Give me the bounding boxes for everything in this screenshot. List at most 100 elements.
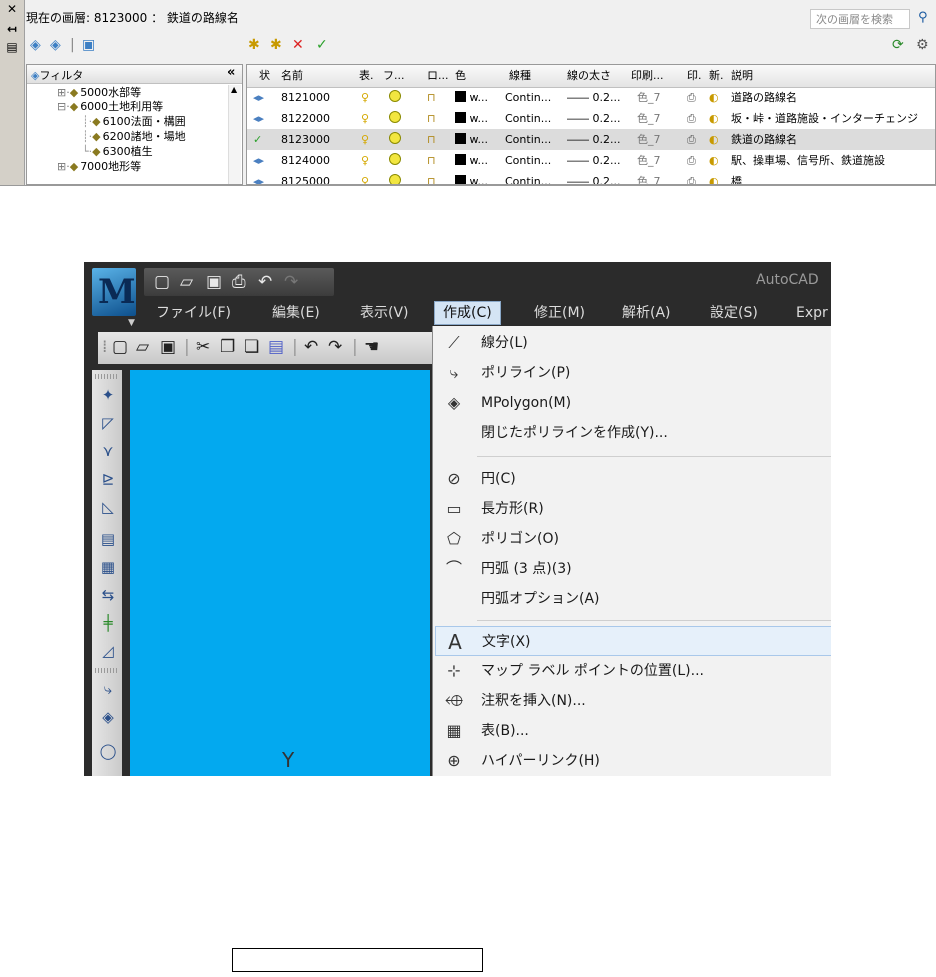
menu-settings[interactable]: 設定(S)	[710, 303, 758, 323]
col-freeze[interactable]: フ...	[383, 65, 405, 87]
drawing-canvas[interactable]	[130, 370, 430, 776]
properties-icon[interactable]: ▤	[4, 40, 20, 54]
layer-lineweight[interactable]: ―― 0.2...	[567, 129, 620, 150]
undo-icon[interactable]: ↶	[258, 271, 272, 293]
layer-linetype[interactable]: Contin...	[505, 129, 551, 150]
redo-icon[interactable]: ↷	[328, 336, 342, 358]
new-file-icon[interactable]: ▢	[154, 271, 170, 293]
save-icon[interactable]: ▣	[206, 271, 222, 293]
menu-express[interactable]: Expr	[796, 303, 828, 323]
tree-item[interactable]: ┊·◆ 6200諸地・場地	[82, 130, 186, 143]
sun-icon[interactable]	[389, 108, 401, 129]
dd-item-rectangle[interactable]: ▭ 長方形(R)	[435, 494, 831, 524]
layer-plot-style[interactable]: 色_7	[637, 171, 661, 184]
layer-description[interactable]: 道路の路線名	[731, 87, 797, 108]
new-vp-freeze-icon[interactable]: ◐	[709, 150, 719, 171]
layer-linetype[interactable]: Contin...	[505, 150, 551, 171]
dd-item-mpolygon[interactable]: ◈ MPolygon(M)	[435, 388, 831, 418]
new-vp-freeze-icon[interactable]: ◐	[709, 108, 719, 129]
close-icon[interactable]: ✕	[4, 2, 20, 16]
menu-modify[interactable]: 修正(M)	[534, 303, 585, 323]
col-linetype[interactable]: 線種	[509, 65, 531, 87]
menu-edit[interactable]: 編集(E)	[272, 303, 320, 323]
col-plot[interactable]: 印.	[687, 65, 702, 87]
layer-linetype[interactable]: Contin...	[505, 108, 551, 129]
draw-tool-icon[interactable]: ▦	[98, 558, 118, 576]
layer-row[interactable]: ◂▸ 8121000 ♀ ⊓ w... Contin... ―― 0.2... …	[247, 87, 935, 108]
menu-file[interactable]: ファイル(F)	[156, 303, 231, 323]
layer-states-icon[interactable]: ▣	[82, 36, 95, 54]
dd-item-hyperlink[interactable]: ⊕ ハイパーリンク(H)	[435, 746, 831, 776]
unlock-icon[interactable]: ⊓	[427, 171, 436, 184]
printer-icon[interactable]: ⎙	[687, 171, 696, 184]
application-menu-button[interactable]: M	[92, 268, 136, 316]
printer-icon[interactable]: ⎙	[687, 150, 696, 171]
copy-icon[interactable]: ❐	[220, 336, 235, 358]
new-vp-freeze-icon[interactable]: ◐	[709, 87, 719, 108]
col-name[interactable]: 名前	[281, 65, 303, 87]
col-lineweight[interactable]: 線の太さ	[567, 65, 611, 87]
draw-tool-icon[interactable]: ▤	[98, 530, 118, 548]
toolbar-grip[interactable]: ⁞	[102, 336, 107, 358]
tree-item[interactable]: ┊·◆ 6100法面・構囲	[82, 115, 186, 128]
tree-item[interactable]: ⊟·◆ 6000土地利用等	[57, 100, 163, 113]
dd-item-polyline[interactable]: ⤷ ポリライン(P)	[435, 358, 831, 388]
sun-icon[interactable]	[389, 87, 401, 108]
osnap-icon[interactable]: ✦	[98, 386, 118, 404]
toolbar-grip[interactable]	[95, 668, 119, 673]
printer-icon[interactable]: ⎙	[687, 108, 696, 129]
dd-item-closed-polyline[interactable]: 閉じたポリラインを作成(Y)...	[435, 418, 831, 448]
group-filter-icon[interactable]: ◈	[50, 36, 61, 54]
draw-tool-icon[interactable]: ⋎	[98, 442, 118, 460]
settings-icon[interactable]: ⚙	[916, 36, 929, 54]
print-icon[interactable]: ⎙	[232, 271, 246, 293]
search-icon[interactable]: ⚲	[918, 10, 928, 25]
chevron-down-icon[interactable]: ▼	[128, 318, 135, 328]
new-layer-icon[interactable]: ✱	[248, 36, 260, 54]
scroll-up-icon[interactable]: ▲	[231, 85, 237, 94]
polyline-icon[interactable]: ⤷	[98, 680, 118, 698]
dd-item-arc-3pt[interactable]: ⌒ 円弧 (3 点)(3)	[435, 554, 831, 584]
new-layer-vp-frozen-icon[interactable]: ✱	[270, 36, 282, 54]
layer-description[interactable]: 鉄道の路線名	[731, 129, 797, 150]
layer-linetype[interactable]: Contin...	[505, 171, 551, 184]
tree-item[interactable]: ⊞·◆ 5000水部等	[57, 86, 141, 99]
menu-view[interactable]: 表示(V)	[360, 303, 409, 323]
dd-item-polygon[interactable]: ⬠ ポリゴン(O)	[435, 524, 831, 554]
tree-item[interactable]: └·◆ 6300植生	[82, 145, 153, 158]
col-color[interactable]: 色	[455, 65, 466, 87]
layer-lineweight[interactable]: ―― 0.2...	[567, 87, 620, 108]
lightbulb-icon[interactable]: ♀	[361, 87, 369, 108]
dd-item-annotation[interactable]: ⬲ 注釈を挿入(N)...	[435, 686, 831, 716]
dd-item-arc-options[interactable]: 円弧オプション(A)	[435, 584, 831, 614]
tree-item[interactable]: ⊞·◆ 7000地形等	[57, 160, 141, 173]
layer-plot-style[interactable]: 色_7	[637, 87, 661, 108]
draw-tool-icon[interactable]: ╪	[98, 614, 118, 632]
lightbulb-icon[interactable]: ♀	[361, 108, 369, 129]
layer-description[interactable]: 橋	[731, 171, 742, 184]
col-lock[interactable]: ロ...	[427, 65, 449, 87]
cut-icon[interactable]: ✂	[196, 336, 210, 358]
unlock-icon[interactable]: ⊓	[427, 87, 436, 108]
sun-icon[interactable]	[389, 129, 401, 150]
lightbulb-icon[interactable]: ♀	[361, 171, 369, 184]
col-on[interactable]: 表.	[359, 65, 374, 87]
layer-lineweight[interactable]: ―― 0.2...	[567, 150, 620, 171]
draw-tool-icon[interactable]: ◿	[98, 642, 118, 660]
new-vp-freeze-icon[interactable]: ◐	[709, 129, 719, 150]
layer-plot-style[interactable]: 色_7	[637, 150, 661, 171]
layer-row[interactable]: ◂▸ 8122000 ♀ ⊓ w... Contin... ―― 0.2... …	[247, 108, 935, 129]
col-new-vp-freeze[interactable]: 新.	[709, 65, 724, 87]
layer-lineweight[interactable]: ―― 0.2...	[567, 171, 620, 184]
refresh-icon[interactable]: ⟳	[892, 36, 904, 54]
new-file-icon[interactable]: ▢	[112, 336, 128, 358]
menu-draw[interactable]: 作成(C)	[434, 301, 501, 325]
dd-item-map-label[interactable]: ⊹ マップ ラベル ポイントの位置(L)...	[435, 656, 831, 686]
menu-analyze[interactable]: 解析(A)	[622, 303, 671, 323]
draw-tool-icon[interactable]: ⇆	[98, 586, 118, 604]
layer-lineweight[interactable]: ―― 0.2...	[567, 108, 620, 129]
match-properties-icon[interactable]: ▤	[268, 336, 284, 358]
layer-row[interactable]: ◂▸ 8124000 ♀ ⊓ w... Contin... ―― 0.2... …	[247, 150, 935, 171]
layer-color[interactable]: w...	[455, 129, 488, 150]
layer-row[interactable]: ◂▸ 8125000 ♀ ⊓ w... Contin... ―― 0.2... …	[247, 171, 935, 184]
